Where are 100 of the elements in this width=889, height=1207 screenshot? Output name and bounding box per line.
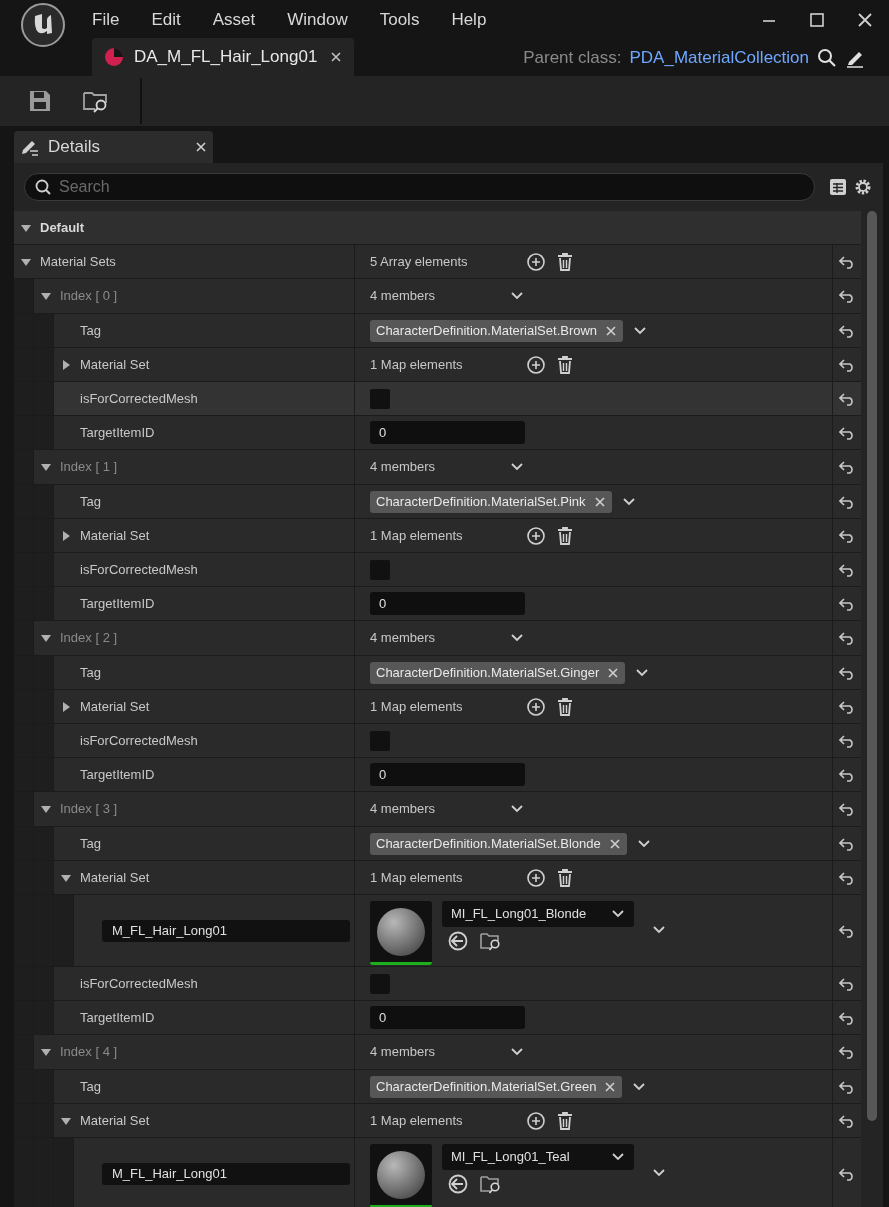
search-bar[interactable]: Search	[24, 173, 815, 201]
reset-arrow-icon[interactable]	[839, 665, 855, 680]
add-circle-icon[interactable]	[526, 354, 546, 375]
folder-search-icon[interactable]	[480, 931, 502, 951]
reset-arrow-icon[interactable]	[839, 1010, 855, 1025]
scrollbar[interactable]	[867, 211, 877, 1121]
reset-arrow-icon[interactable]	[839, 1166, 855, 1181]
reset-arrow-icon[interactable]	[839, 923, 855, 938]
number-field[interactable]: 0	[370, 1006, 525, 1029]
collapse-arrow-icon[interactable]	[40, 803, 52, 815]
number-field[interactable]: 0	[370, 763, 525, 786]
reset-arrow-icon[interactable]	[839, 460, 855, 474]
expand-arrow-icon[interactable]	[60, 529, 72, 542]
reset-arrow-icon[interactable]	[839, 494, 855, 509]
settings-icon[interactable]	[853, 177, 873, 197]
chevron-down-icon[interactable]	[652, 1168, 666, 1178]
add-circle-icon[interactable]	[526, 251, 546, 272]
tag-chip[interactable]: CharacterDefinition.MaterialSet.Blonde	[370, 832, 627, 855]
collapse-arrow-icon[interactable]	[40, 461, 52, 473]
menu-item[interactable]: Asset	[212, 7, 256, 33]
close-icon[interactable]	[857, 12, 873, 28]
tag-chip[interactable]: CharacterDefinition.MaterialSet.Brown	[370, 319, 624, 342]
chevron-down-icon[interactable]	[611, 909, 625, 919]
reset-arrow-icon[interactable]	[839, 391, 855, 406]
menu-item[interactable]: File	[92, 7, 120, 33]
menu-item[interactable]: Tools	[379, 7, 420, 33]
expand-arrow-icon[interactable]	[60, 700, 72, 713]
chevron-down-icon[interactable]	[621, 496, 636, 507]
chevron-down-icon[interactable]	[611, 1152, 625, 1162]
reset-arrow-icon[interactable]	[839, 562, 855, 577]
reset-arrow-icon[interactable]	[839, 802, 855, 816]
checkbox[interactable]	[370, 388, 390, 409]
menu-item[interactable]: Edit	[151, 7, 181, 33]
material-dropdown[interactable]: MI_FL_Long01_Blonde	[442, 901, 634, 927]
menu-item[interactable]: Help	[451, 7, 487, 33]
add-circle-icon[interactable]	[526, 867, 546, 888]
material-dropdown[interactable]: MI_FL_Long01_Teal	[442, 1144, 634, 1170]
reset-arrow-icon[interactable]	[839, 631, 855, 645]
trash-icon[interactable]	[556, 354, 574, 375]
reset-arrow-icon[interactable]	[839, 357, 855, 372]
trash-icon[interactable]	[556, 696, 574, 717]
reset-arrow-icon[interactable]	[839, 836, 855, 851]
close-icon[interactable]	[195, 141, 207, 153]
chevron-down-icon[interactable]	[510, 804, 524, 814]
use-selected-icon[interactable]	[448, 931, 468, 951]
trash-icon[interactable]	[556, 525, 574, 546]
folder-search-icon[interactable]	[480, 1174, 502, 1194]
number-field[interactable]: 0	[370, 592, 525, 615]
close-icon[interactable]	[330, 51, 342, 63]
reset-arrow-icon[interactable]	[839, 596, 855, 611]
reset-arrow-icon[interactable]	[839, 733, 855, 748]
tag-chip[interactable]: CharacterDefinition.MaterialSet.Pink	[370, 490, 612, 513]
key-field[interactable]: M_FL_Hair_Long01	[102, 1162, 350, 1185]
trash-icon[interactable]	[556, 251, 574, 272]
reset-arrow-icon[interactable]	[839, 767, 855, 782]
chevron-down-icon[interactable]	[510, 462, 524, 472]
reset-arrow-icon[interactable]	[839, 1045, 855, 1059]
tag-chip[interactable]: CharacterDefinition.MaterialSet.Green	[370, 1075, 623, 1098]
checkbox[interactable]	[370, 973, 390, 994]
add-circle-icon[interactable]	[526, 525, 546, 546]
parent-class-link[interactable]: PDA_MaterialCollection	[629, 45, 809, 71]
use-selected-icon[interactable]	[448, 1174, 468, 1194]
chevron-down-icon[interactable]	[633, 325, 648, 336]
number-field[interactable]: 0	[370, 421, 525, 444]
maximize-icon[interactable]	[809, 12, 825, 28]
trash-icon[interactable]	[556, 1110, 574, 1131]
reset-arrow-icon[interactable]	[839, 976, 855, 991]
collapse-arrow-icon[interactable]	[40, 290, 52, 302]
reset-arrow-icon[interactable]	[839, 254, 855, 269]
trash-icon[interactable]	[556, 867, 574, 888]
details-tab[interactable]: Details	[14, 131, 213, 163]
reset-arrow-icon[interactable]	[839, 323, 855, 338]
tag-chip[interactable]: CharacterDefinition.MaterialSet.Ginger	[370, 661, 626, 684]
save-icon[interactable]	[28, 89, 52, 113]
chevron-down-icon[interactable]	[510, 291, 524, 301]
folder-search-icon[interactable]	[82, 89, 110, 113]
reset-arrow-icon[interactable]	[839, 870, 855, 885]
search-field[interactable]: Search	[59, 175, 804, 199]
add-circle-icon[interactable]	[526, 1110, 546, 1131]
asset-tab[interactable]: DA_M_FL_Hair_Long01	[92, 38, 354, 76]
reset-arrow-icon[interactable]	[839, 1113, 855, 1128]
chevron-down-icon[interactable]	[510, 1047, 524, 1057]
reset-arrow-icon[interactable]	[839, 528, 855, 543]
chevron-down-icon[interactable]	[636, 838, 651, 849]
checkbox[interactable]	[370, 730, 390, 751]
chevron-down-icon[interactable]	[635, 667, 650, 678]
expand-arrow-icon[interactable]	[60, 358, 72, 371]
checkbox[interactable]	[370, 559, 390, 580]
chevron-down-icon[interactable]	[652, 925, 666, 935]
table-icon[interactable]	[829, 178, 847, 196]
collapse-arrow-icon[interactable]	[40, 1046, 52, 1058]
category-header[interactable]: Default	[14, 211, 861, 245]
search-icon[interactable]	[817, 48, 837, 68]
reset-arrow-icon[interactable]	[839, 1079, 855, 1094]
menu-item[interactable]: Window	[287, 7, 348, 33]
chevron-down-icon[interactable]	[510, 633, 524, 643]
reset-arrow-icon[interactable]	[839, 699, 855, 714]
key-field[interactable]: M_FL_Hair_Long01	[102, 919, 350, 942]
collapse-arrow-icon[interactable]	[40, 632, 52, 644]
reset-arrow-icon[interactable]	[839, 425, 855, 440]
